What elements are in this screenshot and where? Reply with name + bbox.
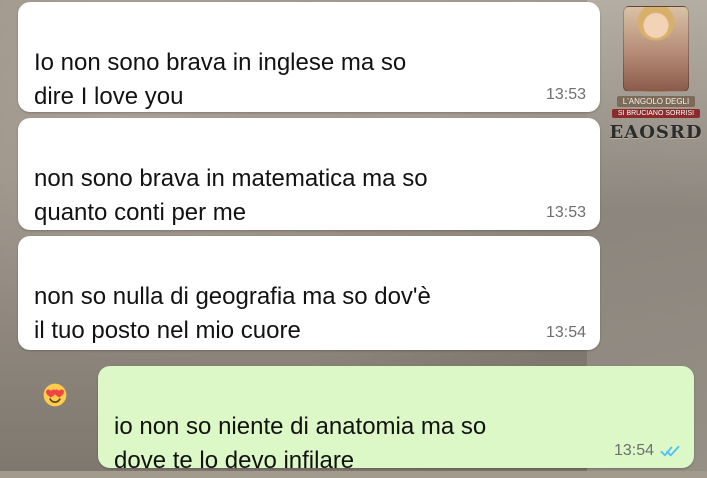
message-bubble-incoming[interactable]: Io non sono brava in inglese ma so dire … <box>18 2 600 172</box>
watermark-ribbon-2: SI BRUCIANO SORRISI <box>611 109 701 118</box>
message-time: 13:54 <box>546 324 586 342</box>
watermark: L'ANGOLO DEGLI SI BRUCIANO SORRISI EAOSR… <box>609 6 703 146</box>
message-bubble-outgoing[interactable]: io non so niente di anatomia ma so dove … <box>98 366 694 474</box>
message-time-text: 13:53 <box>545 204 586 221</box>
watermark-photo <box>623 6 689 92</box>
message-time-text: 13:54 <box>545 324 586 341</box>
message-time: 13:53 <box>546 86 586 104</box>
double-check-icon <box>660 444 680 458</box>
message-text-content: Io non sono brava in inglese ma so dire … <box>34 49 407 110</box>
message-bubble-incoming[interactable]: non sono brava in matematica ma so quant… <box>18 118 600 289</box>
message-bubble-incoming[interactable]: non so nulla di geografia ma so dov'è il… <box>18 236 600 407</box>
message-time-text: 13:54 <box>613 442 654 459</box>
heart-eyes-face-icon <box>42 348 68 407</box>
message-text-content: io non so niente di anatomia ma so dove … <box>114 413 487 474</box>
watermark-text: EAOSRD <box>609 122 703 143</box>
message-time-text: 13:53 <box>545 86 586 103</box>
message-text-content: non sono brava in matematica ma so quant… <box>34 165 428 226</box>
message-time: 13:54 <box>614 442 680 460</box>
message-time: 13:53 <box>546 204 586 222</box>
message-text-content: non so nulla di geografia ma so dov'è il… <box>34 283 431 344</box>
watermark-ribbon-1: L'ANGOLO DEGLI <box>616 96 696 107</box>
message-text: io non so niente di anatomia ma so dove … <box>114 376 680 478</box>
